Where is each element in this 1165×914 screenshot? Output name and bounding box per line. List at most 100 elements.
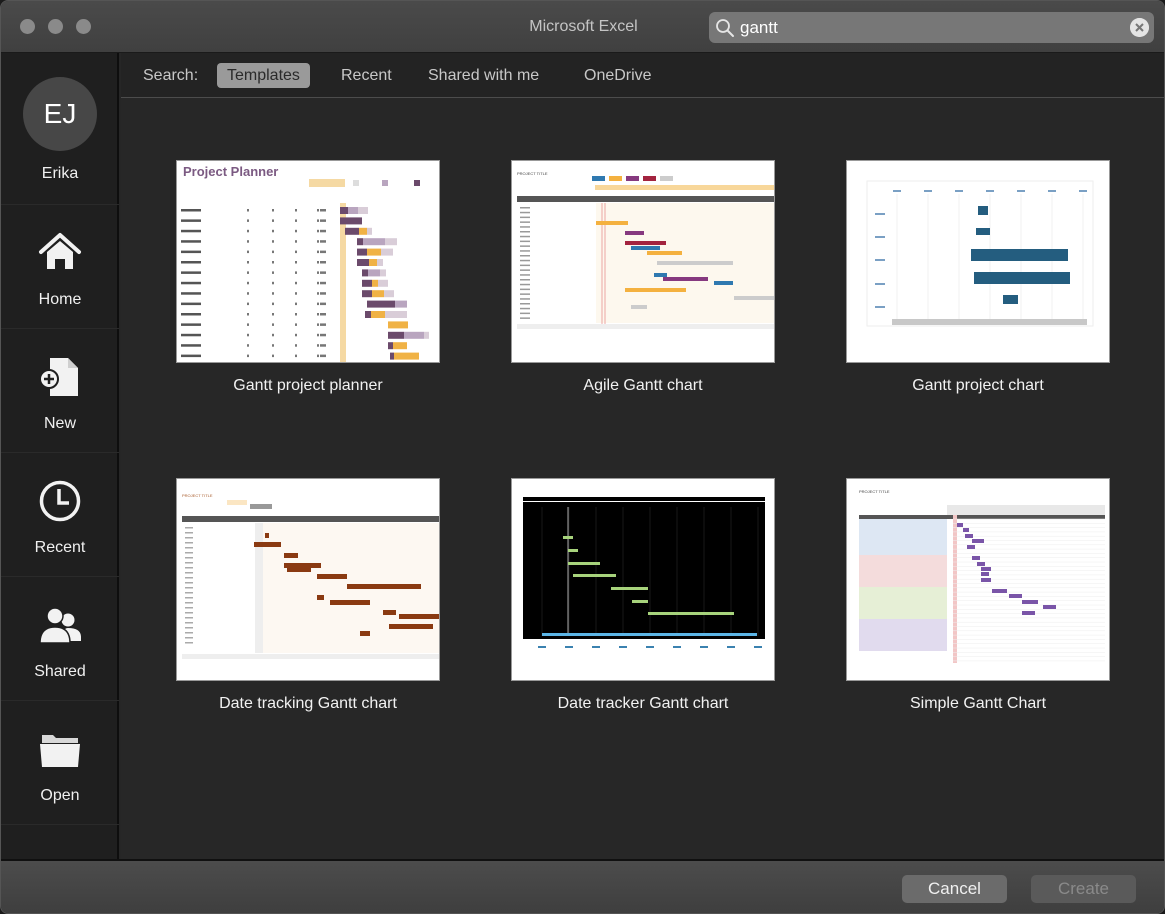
template-thumbnail[interactable]: PROJECT TITLE xyxy=(511,160,775,363)
template-thumbnail[interactable] xyxy=(846,160,1110,363)
planner-cell xyxy=(320,302,326,306)
minimize-window-button[interactable] xyxy=(48,19,63,34)
gpc-bar xyxy=(974,272,1070,284)
sidebar: EJ Erika Home New Recent Shared Open xyxy=(1,53,119,859)
gpc-activity-label xyxy=(875,236,885,238)
planner-row-label xyxy=(181,323,201,326)
excel-template-gallery-window: Microsoft Excel EJ Erika Home xyxy=(0,0,1165,914)
search-box[interactable] xyxy=(709,12,1154,43)
tracker-date-label xyxy=(673,646,681,648)
planner-cell xyxy=(317,344,319,347)
tracking-bar xyxy=(254,542,281,547)
tracking-row-label xyxy=(185,542,193,544)
planner-cell xyxy=(295,250,297,254)
agile-bar xyxy=(663,277,708,281)
sidebar-item-open[interactable]: Open xyxy=(1,701,119,825)
planner-bar xyxy=(363,238,385,246)
close-window-button[interactable] xyxy=(20,19,35,34)
sidebar-item-home[interactable]: Home xyxy=(1,205,119,329)
tracking-row-label xyxy=(185,617,193,619)
agile-row-label xyxy=(520,283,530,286)
planner-cell xyxy=(272,323,274,326)
avatar[interactable]: EJ xyxy=(23,77,97,151)
template-name: Date tracking Gantt chart xyxy=(219,695,397,712)
planner-bar xyxy=(369,259,377,266)
tracking-row-label xyxy=(185,582,193,584)
tab-onedrive[interactable]: OneDrive xyxy=(574,63,662,88)
tracking-bar xyxy=(399,614,439,619)
planner-bar xyxy=(362,279,372,287)
user-name: Erika xyxy=(41,165,79,182)
simple-bar xyxy=(981,567,991,571)
tracking-bar xyxy=(284,553,298,558)
planner-cell xyxy=(320,209,326,212)
planner-cell xyxy=(295,344,297,347)
planner-bar xyxy=(357,259,369,266)
agile-row-label xyxy=(520,216,530,219)
sidebar-item-label: Shared xyxy=(34,663,86,680)
planner-cell xyxy=(320,271,326,274)
template-thumbnail[interactable]: PROJECT TITLE xyxy=(176,478,440,681)
tracking-row-label xyxy=(185,642,193,644)
planner-bar xyxy=(367,300,395,308)
simple-bar xyxy=(1022,600,1038,604)
sidebar-account[interactable]: EJ Erika xyxy=(1,53,119,205)
planner-cell xyxy=(317,323,319,326)
gpc-bar xyxy=(971,249,1068,261)
agile-row-label xyxy=(520,259,530,262)
tab-recent[interactable]: Recent xyxy=(331,63,402,88)
tracking-bar xyxy=(287,567,311,572)
planner-cell xyxy=(247,250,249,254)
gpc-activity-label xyxy=(875,306,885,308)
planner-cell xyxy=(295,323,297,326)
planner-row-label xyxy=(181,313,201,316)
planner-row-label xyxy=(181,333,201,337)
sidebar-item-new[interactable]: New xyxy=(1,329,119,453)
gpc-date-label xyxy=(893,190,901,192)
sidebar-item-recent[interactable]: Recent xyxy=(1,453,119,577)
tab-shared-with-me[interactable]: Shared with me xyxy=(418,63,549,88)
tracking-row-label xyxy=(185,547,193,549)
planner-cell xyxy=(272,281,274,285)
gpc-bar xyxy=(976,228,990,235)
planner-bar xyxy=(384,290,394,298)
template-thumbnail[interactable]: PROJECT TITLE xyxy=(846,478,1110,681)
agile-row-label xyxy=(520,279,530,281)
agile-row-label xyxy=(520,245,530,247)
planner-cell xyxy=(272,292,274,295)
tracking-row-label xyxy=(185,627,193,629)
gantt-chart-preview-image xyxy=(866,180,1094,327)
tracker-date-label xyxy=(565,646,573,648)
thumb-title: PROJECT TITLE xyxy=(517,171,548,176)
planner-cell xyxy=(317,281,319,285)
cancel-button[interactable]: Cancel xyxy=(902,875,1007,903)
planner-bar xyxy=(371,311,385,318)
planner-cell xyxy=(317,292,319,295)
template-browser: Search: Templates Recent Shared with me … xyxy=(121,53,1164,859)
tracker-date-label xyxy=(727,646,735,648)
thumb-title: PROJECT TITLE xyxy=(182,493,213,498)
planner-cell xyxy=(295,313,297,316)
search-input[interactable] xyxy=(740,15,1120,40)
planner-bar xyxy=(367,248,381,256)
agile-row-label xyxy=(520,293,530,295)
zoom-window-button[interactable] xyxy=(76,19,91,34)
template-name: Agile Gantt chart xyxy=(583,377,703,394)
sidebar-item-shared[interactable]: Shared xyxy=(1,577,119,701)
agile-row-label xyxy=(520,231,530,233)
planner-cell xyxy=(247,333,249,337)
simple-bar xyxy=(1022,611,1035,615)
planner-bar xyxy=(368,269,380,277)
agile-row-label xyxy=(520,255,530,257)
template-thumbnail[interactable] xyxy=(511,478,775,681)
simple-bar xyxy=(963,528,969,532)
planner-row-label xyxy=(181,302,201,306)
clear-search-icon[interactable] xyxy=(1130,18,1149,37)
template-thumbnail[interactable]: Project Planner xyxy=(176,160,440,363)
simple-bar xyxy=(981,578,991,582)
tab-templates[interactable]: Templates xyxy=(217,63,310,88)
planner-cell xyxy=(272,229,274,233)
create-button[interactable]: Create xyxy=(1031,875,1136,903)
date-tracking-preview-image: PROJECT TITLE xyxy=(182,493,439,659)
tracking-bar xyxy=(265,533,269,538)
